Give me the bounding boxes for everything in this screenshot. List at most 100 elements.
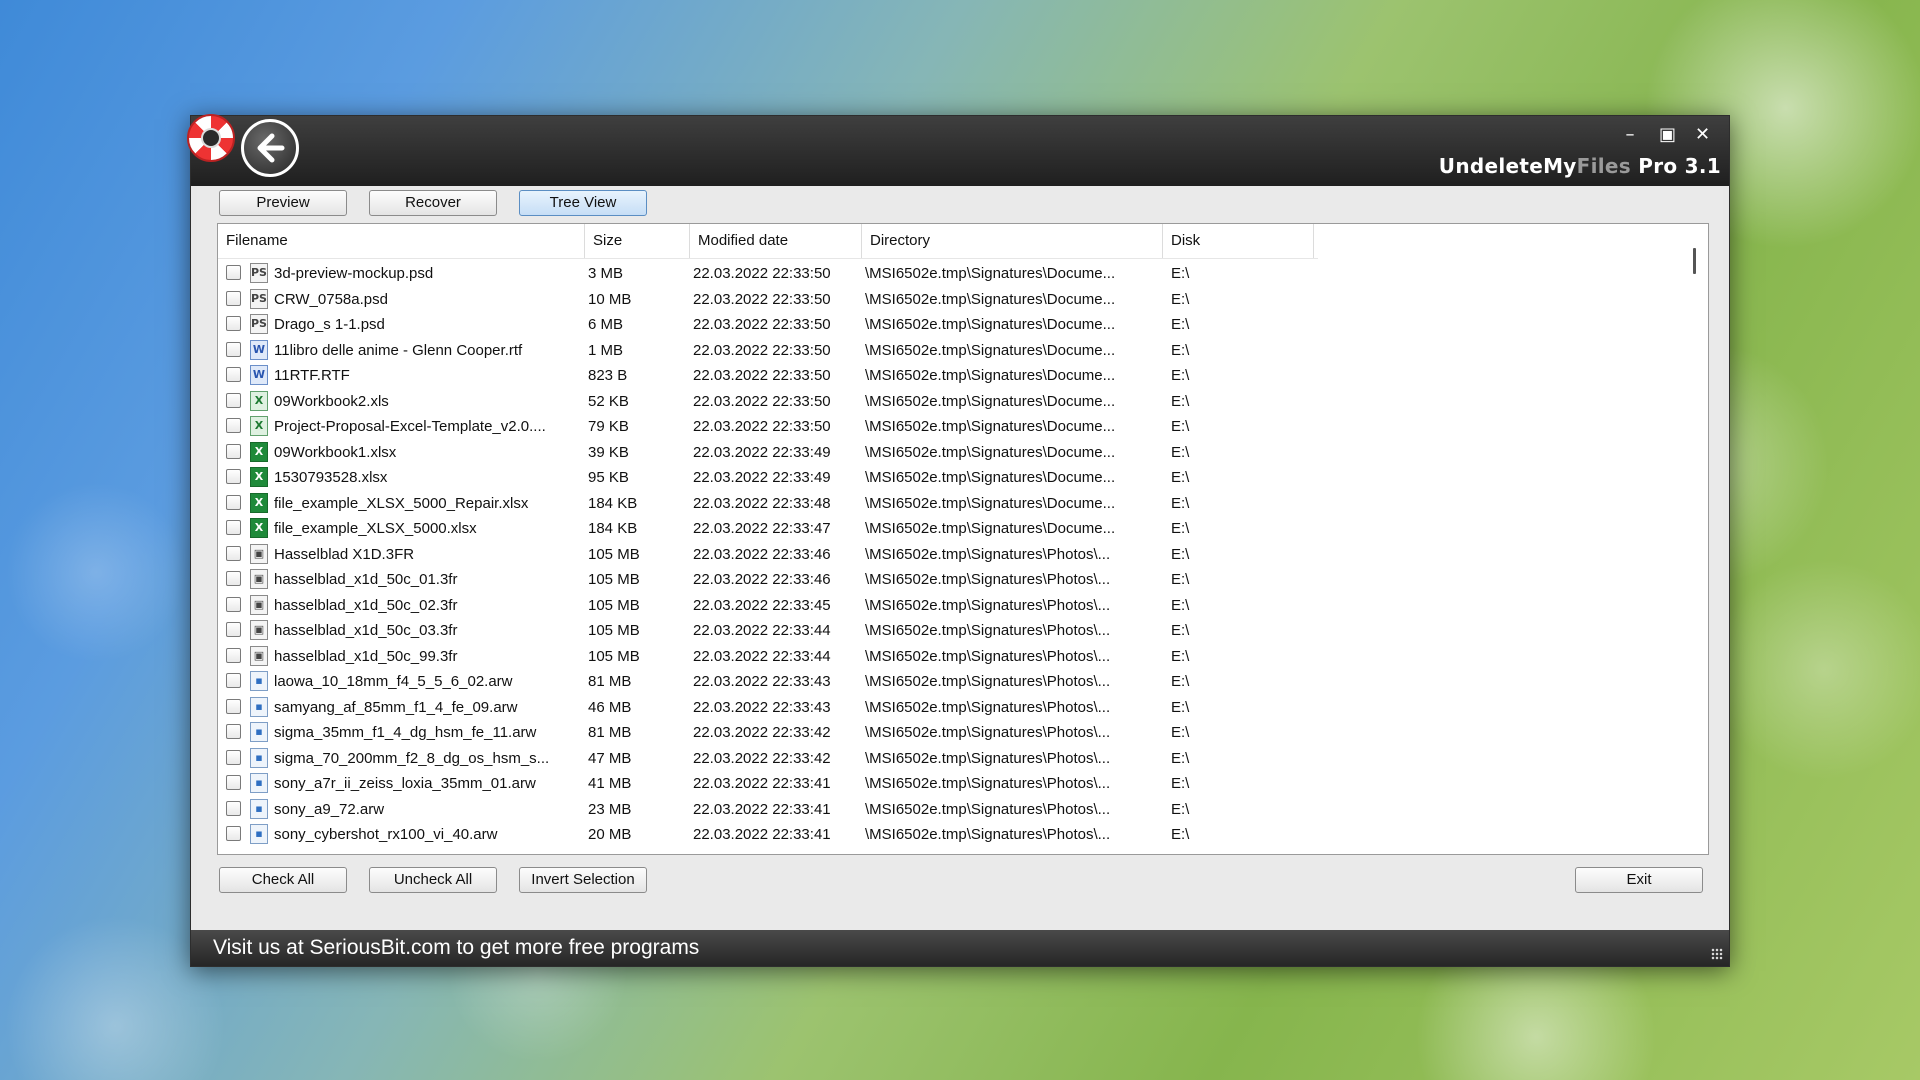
row-checkbox[interactable] xyxy=(226,545,241,561)
file-directory: \MSI6502e.tmp\Signatures\Photos\... xyxy=(865,622,1111,639)
exit-button[interactable]: Exit xyxy=(1575,867,1703,893)
table-row[interactable]: ▪ sigma_70_200mm_f2_8_dg_os_hsm_s... 47 MB… xyxy=(218,746,1678,772)
row-checkbox[interactable] xyxy=(226,724,241,739)
title-bar[interactable]: – ▣ ✕ UndeleteMyFiles Pro 3.1 xyxy=(187,114,1729,186)
status-text[interactable]: Visit us at SeriousBit.com to get more f… xyxy=(213,936,699,959)
app-title-ghost: Files xyxy=(1576,154,1631,178)
file-name: 09Workbook2.xls xyxy=(274,392,389,410)
file-modified-date: 22.03.2022 22:33:50 xyxy=(693,316,831,333)
recover-button[interactable]: Recover xyxy=(369,190,497,216)
row-checkbox[interactable] xyxy=(226,596,241,612)
file-modified-date: 22.03.2022 22:33:44 xyxy=(693,622,831,639)
file-list[interactable]: Filename Size Modified date Directory Di… xyxy=(217,223,1709,855)
table-row[interactable]: ▣ hasselblad_x1d_50c_03.3fr 105 MB 22.03.20… xyxy=(218,618,1678,644)
vertical-scrollbar[interactable] xyxy=(1680,224,1708,854)
row-checkbox[interactable] xyxy=(226,673,241,688)
row-checkbox[interactable] xyxy=(226,494,241,510)
table-row[interactable]: ▪ samyang_af_85mm_f1_4_fe_09.arw 46 MB 22.0… xyxy=(218,695,1678,721)
excel-xlsx-icon: X xyxy=(250,518,268,538)
table-row[interactable]: ▪ sony_a7r_ii_zeiss_loxia_35mm_01.arw 41 M… xyxy=(218,771,1678,797)
file-modified-date: 22.03.2022 22:33:42 xyxy=(693,749,831,767)
row-checkbox[interactable] xyxy=(226,341,241,357)
file-disk: E:\ xyxy=(1171,392,1190,410)
maximize-icon[interactable]: ▣ xyxy=(1659,124,1676,145)
file-name: file_example_XLSX_5000.xlsx xyxy=(274,520,477,537)
file-modified-date: 22.03.2022 22:33:46 xyxy=(693,545,831,563)
file-directory: \MSI6502e.tmp\Signatures\Photos\... xyxy=(865,749,1111,767)
table-row[interactable]: ▣ hasselblad_x1d_50c_02.3fr 105 MB 22.03.20… xyxy=(218,593,1678,619)
table-row[interactable]: ▣ hasselblad_x1d_50c_01.3fr 105 MB 22.03.20… xyxy=(218,567,1678,593)
file-name: samyang_af_85mm_f1_4_fe_09.arw xyxy=(274,698,518,716)
preview-button[interactable]: Preview xyxy=(219,190,347,216)
table-row[interactable]: Xfile_example_XLSX_5000_Repair.xlsx 184 K… xyxy=(218,491,1678,517)
file-size: 52 KB xyxy=(588,392,629,410)
table-row[interactable]: ▪ sony_a9_72.arw 23 MB 22.03.2022 22:33:41 \… xyxy=(218,797,1678,823)
app-title-version: Pro 3.1 xyxy=(1630,154,1721,178)
raw-photo-icon: ▪ xyxy=(250,773,268,793)
file-disk: E:\ xyxy=(1171,800,1190,818)
column-header-size[interactable]: Size xyxy=(585,224,690,258)
check-all-button[interactable]: Check All xyxy=(219,867,347,893)
file-modified-date: 22.03.2022 22:33:46 xyxy=(693,571,831,588)
close-icon[interactable]: ✕ xyxy=(1695,124,1710,145)
column-header-disk[interactable]: Disk xyxy=(1163,224,1314,258)
row-checkbox[interactable] xyxy=(226,367,241,382)
file-disk: E:\ xyxy=(1171,520,1190,537)
invert-selection-button[interactable]: Invert Selection xyxy=(519,867,647,893)
table-row[interactable]: ▪ laowa_10_18mm_f4_5_5_6_02.arw 81 MB 22.03… xyxy=(218,669,1678,695)
row-checkbox[interactable] xyxy=(226,520,241,535)
table-row[interactable]: W 11libro delle anime - Glenn Cooper.rtf 1… xyxy=(218,338,1678,364)
uncheck-all-button[interactable]: Uncheck All xyxy=(369,867,497,893)
table-row[interactable]: X 09Workbook1.xlsx 39 KB 22.03.2022 22:33:4… xyxy=(218,440,1678,466)
file-directory: \MSI6502e.tmp\Signatures\Docume... xyxy=(865,494,1116,512)
file-size: 23 MB xyxy=(588,800,632,818)
file-size: 20 MB xyxy=(588,826,632,843)
row-checkbox[interactable] xyxy=(226,290,241,306)
table-row[interactable]: W 11RTF.RTF 823 B 22.03.2022 22:33:50 \MSI65… xyxy=(218,363,1678,389)
table-row[interactable]: ▣ hasselblad_x1d_50c_99.3fr 105 MB 22.03.20… xyxy=(218,644,1678,670)
row-checkbox[interactable] xyxy=(226,392,241,408)
table-row[interactable]: X 1530793528.xlsx 95 KB 22.03.2022 22:33:49… xyxy=(218,465,1678,491)
table-row[interactable]: X 09Workbook2.xls 52 KB 22.03.2022 22:33:50… xyxy=(218,389,1678,415)
raw-photo-icon: ▪ xyxy=(250,722,268,742)
file-modified-date: 22.03.2022 22:33:50 xyxy=(693,418,831,435)
excel-xlsx-icon: X xyxy=(250,492,268,513)
excel-xlsx-icon: X xyxy=(250,467,268,487)
table-row[interactable]: PS Drago_s 1-1.psd 6 MB 22.03.2022 22:33:50… xyxy=(218,312,1678,338)
tree-view-button[interactable]: Tree View xyxy=(519,190,647,216)
table-row[interactable]: ▪ sigma_35mm_f1_4_dg_hsm_fe_11.arw 81 MB 22… xyxy=(218,720,1678,746)
row-checkbox[interactable] xyxy=(226,826,241,841)
column-header-filename[interactable]: Filename xyxy=(218,224,585,258)
row-checkbox[interactable] xyxy=(226,316,241,331)
file-size: 39 KB xyxy=(588,443,629,461)
file-name: sigma_35mm_f1_4_dg_hsm_fe_11.arw xyxy=(274,724,537,741)
minimize-icon[interactable]: – xyxy=(1623,124,1637,145)
row-checkbox[interactable] xyxy=(226,749,241,765)
row-checkbox[interactable] xyxy=(226,800,241,816)
row-checkbox[interactable] xyxy=(226,571,241,586)
table-row[interactable]: ▣ Hasselblad X1D.3FR 105 MB 22.03.2022 22:3… xyxy=(218,542,1678,568)
status-bar-link[interactable]: Visit us at SeriousBit.com to get more f… xyxy=(191,930,1729,966)
row-checkbox[interactable] xyxy=(226,469,241,484)
table-row[interactable]: Xfile_example_XLSX_5000.xlsx 184 KB 22.03.… xyxy=(218,516,1678,542)
file-name: laowa_10_18mm_f4_5_5_6_02.arw xyxy=(274,673,513,690)
resize-grip-icon[interactable] xyxy=(1711,948,1723,960)
row-checkbox[interactable] xyxy=(226,775,241,790)
row-checkbox[interactable] xyxy=(226,698,241,714)
column-header-modified[interactable]: Modified date xyxy=(690,224,862,258)
row-checkbox[interactable] xyxy=(226,647,241,663)
table-row[interactable]: PS 3d-preview-mockup.psd 3 MB 22.03.2022 22… xyxy=(218,261,1678,287)
row-checkbox[interactable] xyxy=(226,622,241,637)
row-checkbox[interactable] xyxy=(226,443,241,459)
table-row[interactable]: ▪ sony_cybershot_rx100_vi_40.arw 20 MB 22.0… xyxy=(218,822,1678,848)
row-checkbox[interactable] xyxy=(226,418,241,433)
row-checkbox[interactable] xyxy=(226,265,241,280)
table-row[interactable]: PS CRW_0758a.psd 10 MB 22.03.2022 22:33:50 \… xyxy=(218,287,1678,313)
table-row[interactable]: X Project-Proposal-Excel-Template_v2.0...… xyxy=(218,414,1678,440)
file-name: hasselblad_x1d_50c_99.3fr xyxy=(274,647,458,665)
column-header-directory[interactable]: Directory xyxy=(862,224,1163,258)
file-modified-date: 22.03.2022 22:33:47 xyxy=(693,520,831,537)
scrollbar-thumb[interactable] xyxy=(1693,248,1696,274)
file-disk: E:\ xyxy=(1171,469,1190,486)
back-arrow-button[interactable] xyxy=(241,119,299,177)
